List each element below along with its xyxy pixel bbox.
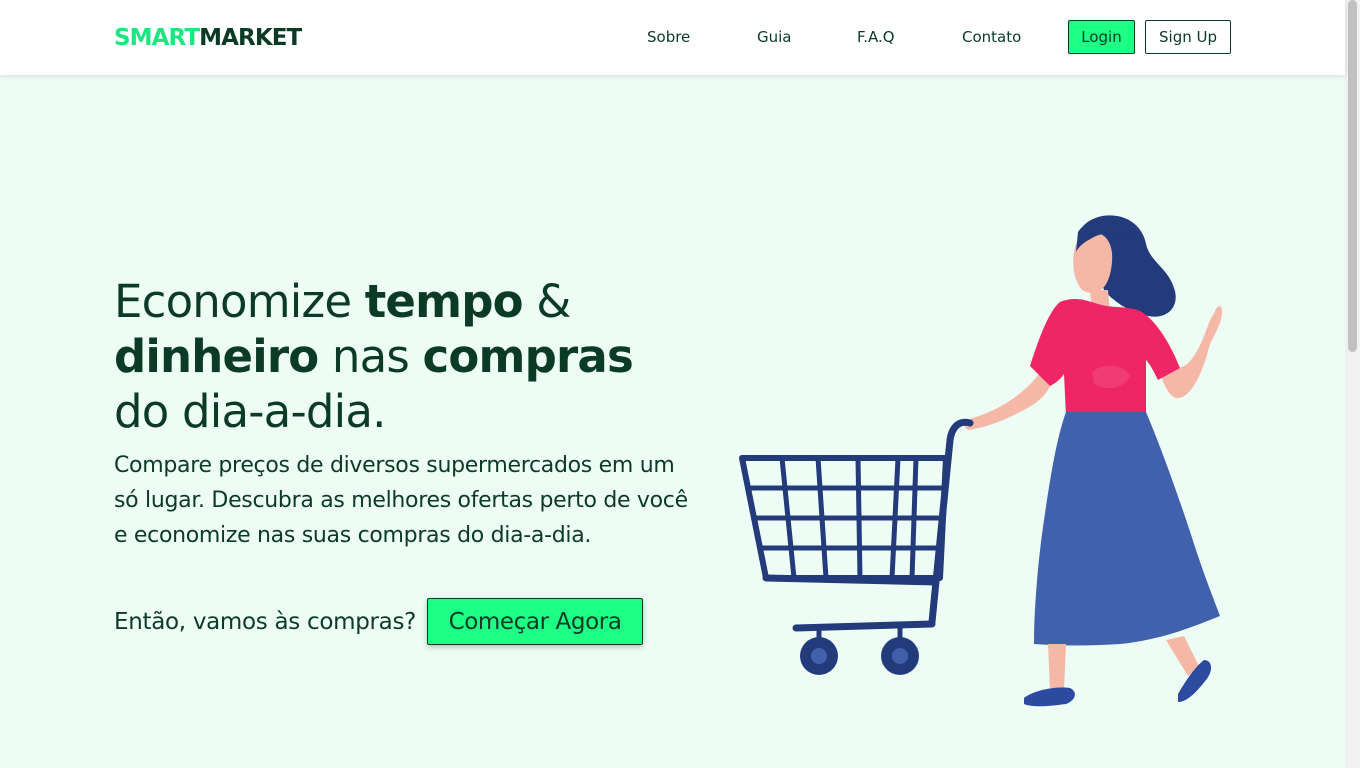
cart-handle bbox=[928, 418, 974, 626]
headline-text-3: nas bbox=[318, 330, 423, 383]
nav-link-sobre[interactable]: Sobre bbox=[647, 27, 690, 47]
nav-link-faq[interactable]: F.A.Q bbox=[857, 27, 895, 47]
start-now-button[interactable]: Começar Agora bbox=[427, 598, 644, 645]
headline-text-4: do dia-a-dia. bbox=[114, 385, 386, 438]
headline-text-1: Economize bbox=[114, 275, 365, 328]
nav-link-guia[interactable]: Guia bbox=[757, 27, 792, 47]
navbar: SMARTMARKET Sobre Guia F.A.Q Contato Log… bbox=[0, 0, 1345, 75]
brand-logo[interactable]: SMARTMARKET bbox=[114, 23, 302, 53]
headline-bold-tempo: tempo bbox=[364, 275, 524, 328]
woman-with-shopping-cart-illustration bbox=[739, 215, 1222, 707]
cta-question: Então, vamos às compras? bbox=[114, 608, 417, 635]
headline-text-2: & bbox=[522, 275, 571, 328]
pushing-arm bbox=[962, 372, 1053, 430]
brand-logo-part1: SMART bbox=[114, 25, 200, 51]
scrollbar-thumb[interactable] bbox=[1348, 0, 1357, 352]
shirt bbox=[1030, 298, 1180, 416]
headline-bold-compras: compras bbox=[422, 330, 634, 383]
headline-bold-dinheiro: dinheiro bbox=[114, 330, 319, 383]
nav-link-contato[interactable]: Contato bbox=[962, 27, 1021, 47]
hero-description: Compare preços de diversos supermercados… bbox=[114, 453, 688, 548]
cta-row: Então, vamos às compras? Começar Agora bbox=[114, 598, 644, 645]
brand-logo-part2: MARKET bbox=[199, 25, 302, 51]
hero-headline: Economize tempo & dinheiro nas compras do … bbox=[114, 274, 714, 439]
login-button[interactable]: Login bbox=[1068, 20, 1135, 54]
shoe bbox=[1024, 687, 1075, 707]
cart-frame bbox=[762, 574, 940, 632]
signup-button[interactable]: Sign Up bbox=[1145, 20, 1231, 54]
skirt bbox=[1034, 412, 1220, 646]
